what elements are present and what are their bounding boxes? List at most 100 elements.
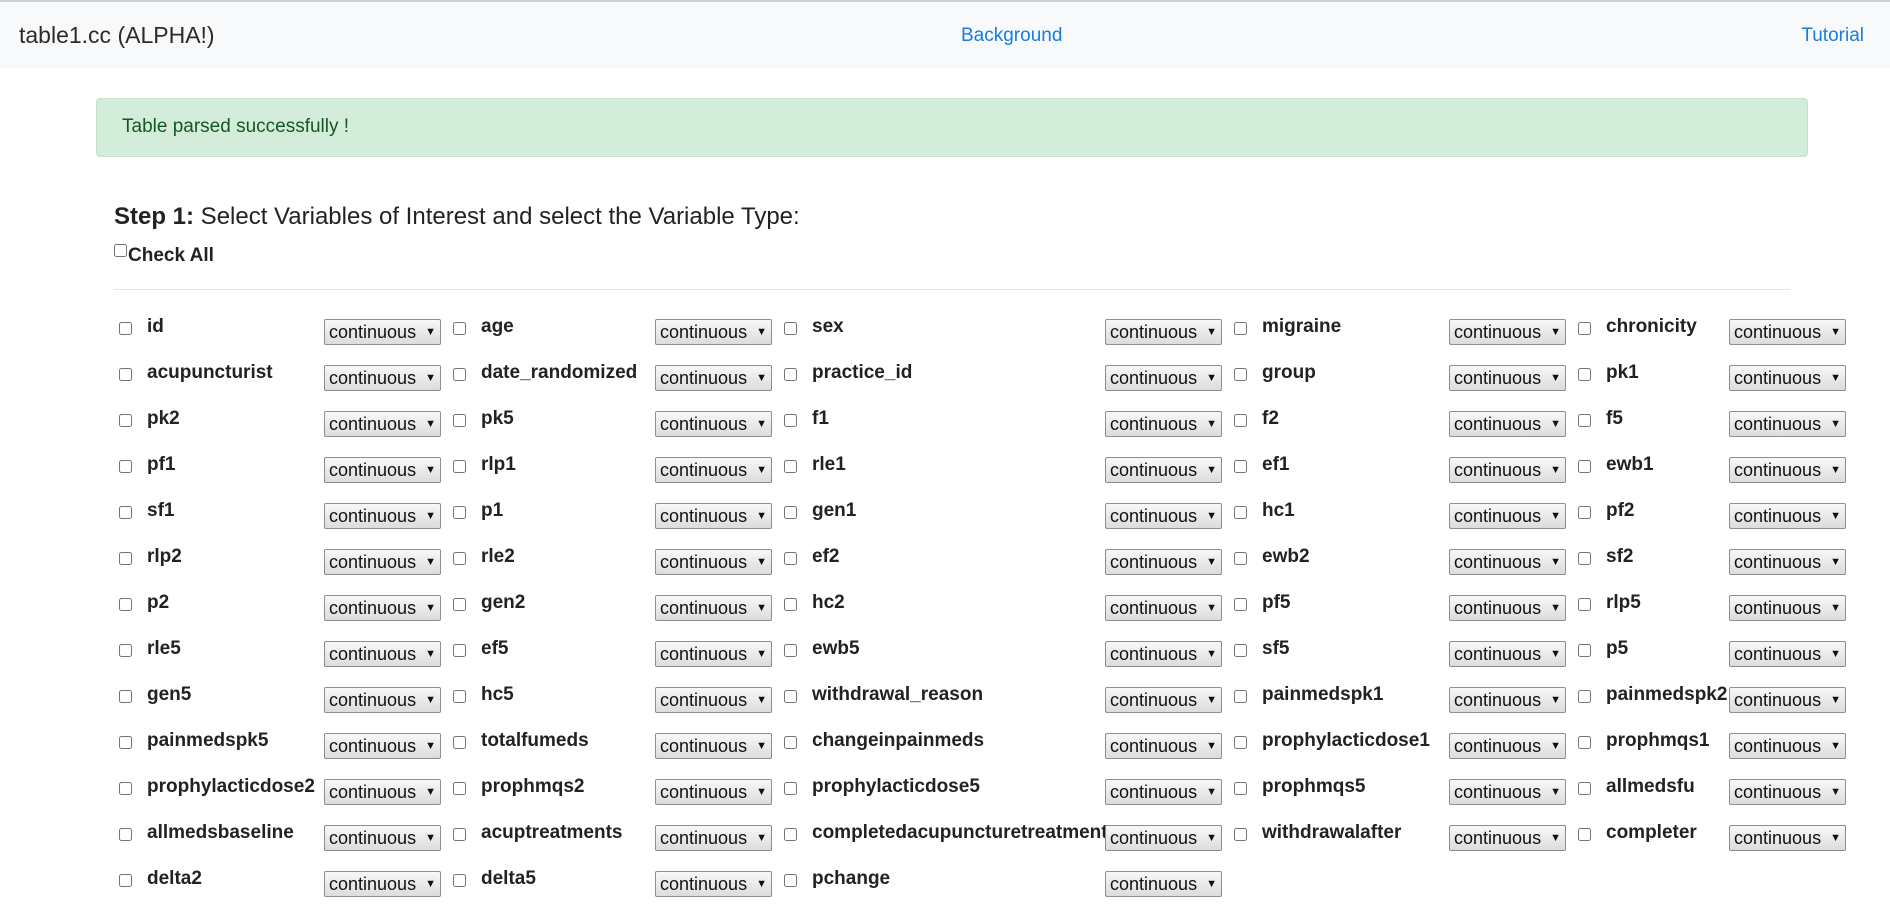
variable-checkbox[interactable]	[1578, 736, 1591, 749]
variable-checkbox[interactable]	[453, 552, 466, 565]
variable-checkbox[interactable]	[119, 644, 132, 657]
variable-checkbox[interactable]	[1234, 414, 1247, 427]
variable-type-select[interactable]: continuous ▼	[1729, 411, 1846, 437]
variable-type-select[interactable]: continuous ▼	[324, 641, 441, 667]
check-all[interactable]: Check All	[114, 244, 214, 267]
variable-checkbox[interactable]	[1234, 782, 1247, 795]
variable-type-select[interactable]: continuous ▼	[655, 825, 772, 851]
variable-checkbox[interactable]	[119, 368, 132, 381]
variable-type-select[interactable]: continuous ▼	[655, 641, 772, 667]
variable-checkbox[interactable]	[453, 690, 466, 703]
variable-checkbox[interactable]	[1578, 414, 1591, 427]
variable-checkbox[interactable]	[119, 690, 132, 703]
variable-checkbox[interactable]	[119, 414, 132, 427]
variable-checkbox[interactable]	[784, 322, 797, 335]
variable-type-select[interactable]: continuous ▼	[1105, 411, 1222, 437]
variable-checkbox[interactable]	[784, 874, 797, 887]
variable-type-select[interactable]: continuous ▼	[324, 319, 441, 345]
variable-checkbox[interactable]	[1234, 736, 1247, 749]
variable-checkbox[interactable]	[784, 644, 797, 657]
variable-checkbox[interactable]	[1234, 828, 1247, 841]
variable-type-select[interactable]: continuous ▼	[324, 687, 441, 713]
variable-type-select[interactable]: continuous ▼	[324, 825, 441, 851]
variable-type-select[interactable]: continuous ▼	[324, 595, 441, 621]
variable-type-select[interactable]: continuous ▼	[655, 457, 772, 483]
variable-type-select[interactable]: continuous ▼	[324, 779, 441, 805]
variable-checkbox[interactable]	[119, 782, 132, 795]
variable-checkbox[interactable]	[453, 460, 466, 473]
variable-checkbox[interactable]	[1234, 552, 1247, 565]
variable-checkbox[interactable]	[1578, 506, 1591, 519]
variable-type-select[interactable]: continuous ▼	[324, 733, 441, 759]
variable-type-select[interactable]: continuous ▼	[1729, 595, 1846, 621]
variable-checkbox[interactable]	[1578, 690, 1591, 703]
variable-checkbox[interactable]	[119, 322, 132, 335]
variable-checkbox[interactable]	[119, 874, 132, 887]
variable-checkbox[interactable]	[1578, 644, 1591, 657]
variable-type-select[interactable]: continuous ▼	[1105, 549, 1222, 575]
variable-type-select[interactable]: continuous ▼	[1105, 687, 1222, 713]
variable-checkbox[interactable]	[119, 598, 132, 611]
variable-type-select[interactable]: continuous ▼	[1729, 687, 1846, 713]
variable-checkbox[interactable]	[453, 322, 466, 335]
variable-checkbox[interactable]	[1578, 368, 1591, 381]
variable-checkbox[interactable]	[1578, 552, 1591, 565]
variable-checkbox[interactable]	[1578, 782, 1591, 795]
variable-checkbox[interactable]	[453, 506, 466, 519]
variable-type-select[interactable]: continuous ▼	[324, 871, 441, 897]
variable-type-select[interactable]: continuous ▼	[324, 365, 441, 391]
variable-checkbox[interactable]	[784, 368, 797, 381]
variable-type-select[interactable]: continuous ▼	[1729, 825, 1846, 851]
variable-checkbox[interactable]	[1578, 828, 1591, 841]
variable-checkbox[interactable]	[1234, 690, 1247, 703]
variable-checkbox[interactable]	[453, 782, 466, 795]
variable-type-select[interactable]: continuous ▼	[1449, 825, 1566, 851]
variable-type-select[interactable]: continuous ▼	[1105, 641, 1222, 667]
variable-type-select[interactable]: continuous ▼	[324, 503, 441, 529]
variable-checkbox[interactable]	[1234, 322, 1247, 335]
variable-type-select[interactable]: continuous ▼	[324, 549, 441, 575]
variable-checkbox[interactable]	[453, 828, 466, 841]
variable-type-select[interactable]: continuous ▼	[1105, 503, 1222, 529]
variable-type-select[interactable]: continuous ▼	[1105, 319, 1222, 345]
variable-type-select[interactable]: continuous ▼	[1729, 503, 1846, 529]
variable-checkbox[interactable]	[453, 598, 466, 611]
variable-type-select[interactable]: continuous ▼	[655, 549, 772, 575]
variable-type-select[interactable]: continuous ▼	[1449, 319, 1566, 345]
variable-type-select[interactable]: continuous ▼	[1449, 503, 1566, 529]
variable-checkbox[interactable]	[453, 644, 466, 657]
brand-title[interactable]: table1.cc (ALPHA!)	[19, 22, 215, 49]
variable-type-select[interactable]: continuous ▼	[324, 457, 441, 483]
variable-checkbox[interactable]	[784, 690, 797, 703]
variable-type-select[interactable]: continuous ▼	[1105, 457, 1222, 483]
variable-type-select[interactable]: continuous ▼	[1105, 733, 1222, 759]
variable-checkbox[interactable]	[119, 460, 132, 473]
variable-checkbox[interactable]	[784, 552, 797, 565]
variable-type-select[interactable]: continuous ▼	[1729, 779, 1846, 805]
variable-checkbox[interactable]	[119, 506, 132, 519]
variable-checkbox[interactable]	[784, 598, 797, 611]
variable-type-select[interactable]: continuous ▼	[655, 411, 772, 437]
check-all-checkbox[interactable]	[114, 244, 127, 257]
variable-checkbox[interactable]	[119, 828, 132, 841]
variable-type-select[interactable]: continuous ▼	[655, 595, 772, 621]
variable-type-select[interactable]: continuous ▼	[655, 687, 772, 713]
variable-type-select[interactable]: continuous ▼	[1105, 595, 1222, 621]
variable-checkbox[interactable]	[453, 414, 466, 427]
variable-checkbox[interactable]	[1578, 598, 1591, 611]
variable-checkbox[interactable]	[1578, 460, 1591, 473]
variable-type-select[interactable]: continuous ▼	[324, 411, 441, 437]
variable-type-select[interactable]: continuous ▼	[1729, 733, 1846, 759]
variable-type-select[interactable]: continuous ▼	[655, 733, 772, 759]
variable-checkbox[interactable]	[453, 736, 466, 749]
variable-checkbox[interactable]	[784, 506, 797, 519]
variable-type-select[interactable]: continuous ▼	[655, 365, 772, 391]
variable-type-select[interactable]: continuous ▼	[1449, 457, 1566, 483]
variable-type-select[interactable]: continuous ▼	[1729, 365, 1846, 391]
variable-type-select[interactable]: continuous ▼	[1729, 641, 1846, 667]
variable-checkbox[interactable]	[784, 736, 797, 749]
variable-type-select[interactable]: continuous ▼	[1449, 779, 1566, 805]
variable-type-select[interactable]: continuous ▼	[1449, 411, 1566, 437]
variable-checkbox[interactable]	[1234, 368, 1247, 381]
variable-type-select[interactable]: continuous ▼	[1105, 365, 1222, 391]
